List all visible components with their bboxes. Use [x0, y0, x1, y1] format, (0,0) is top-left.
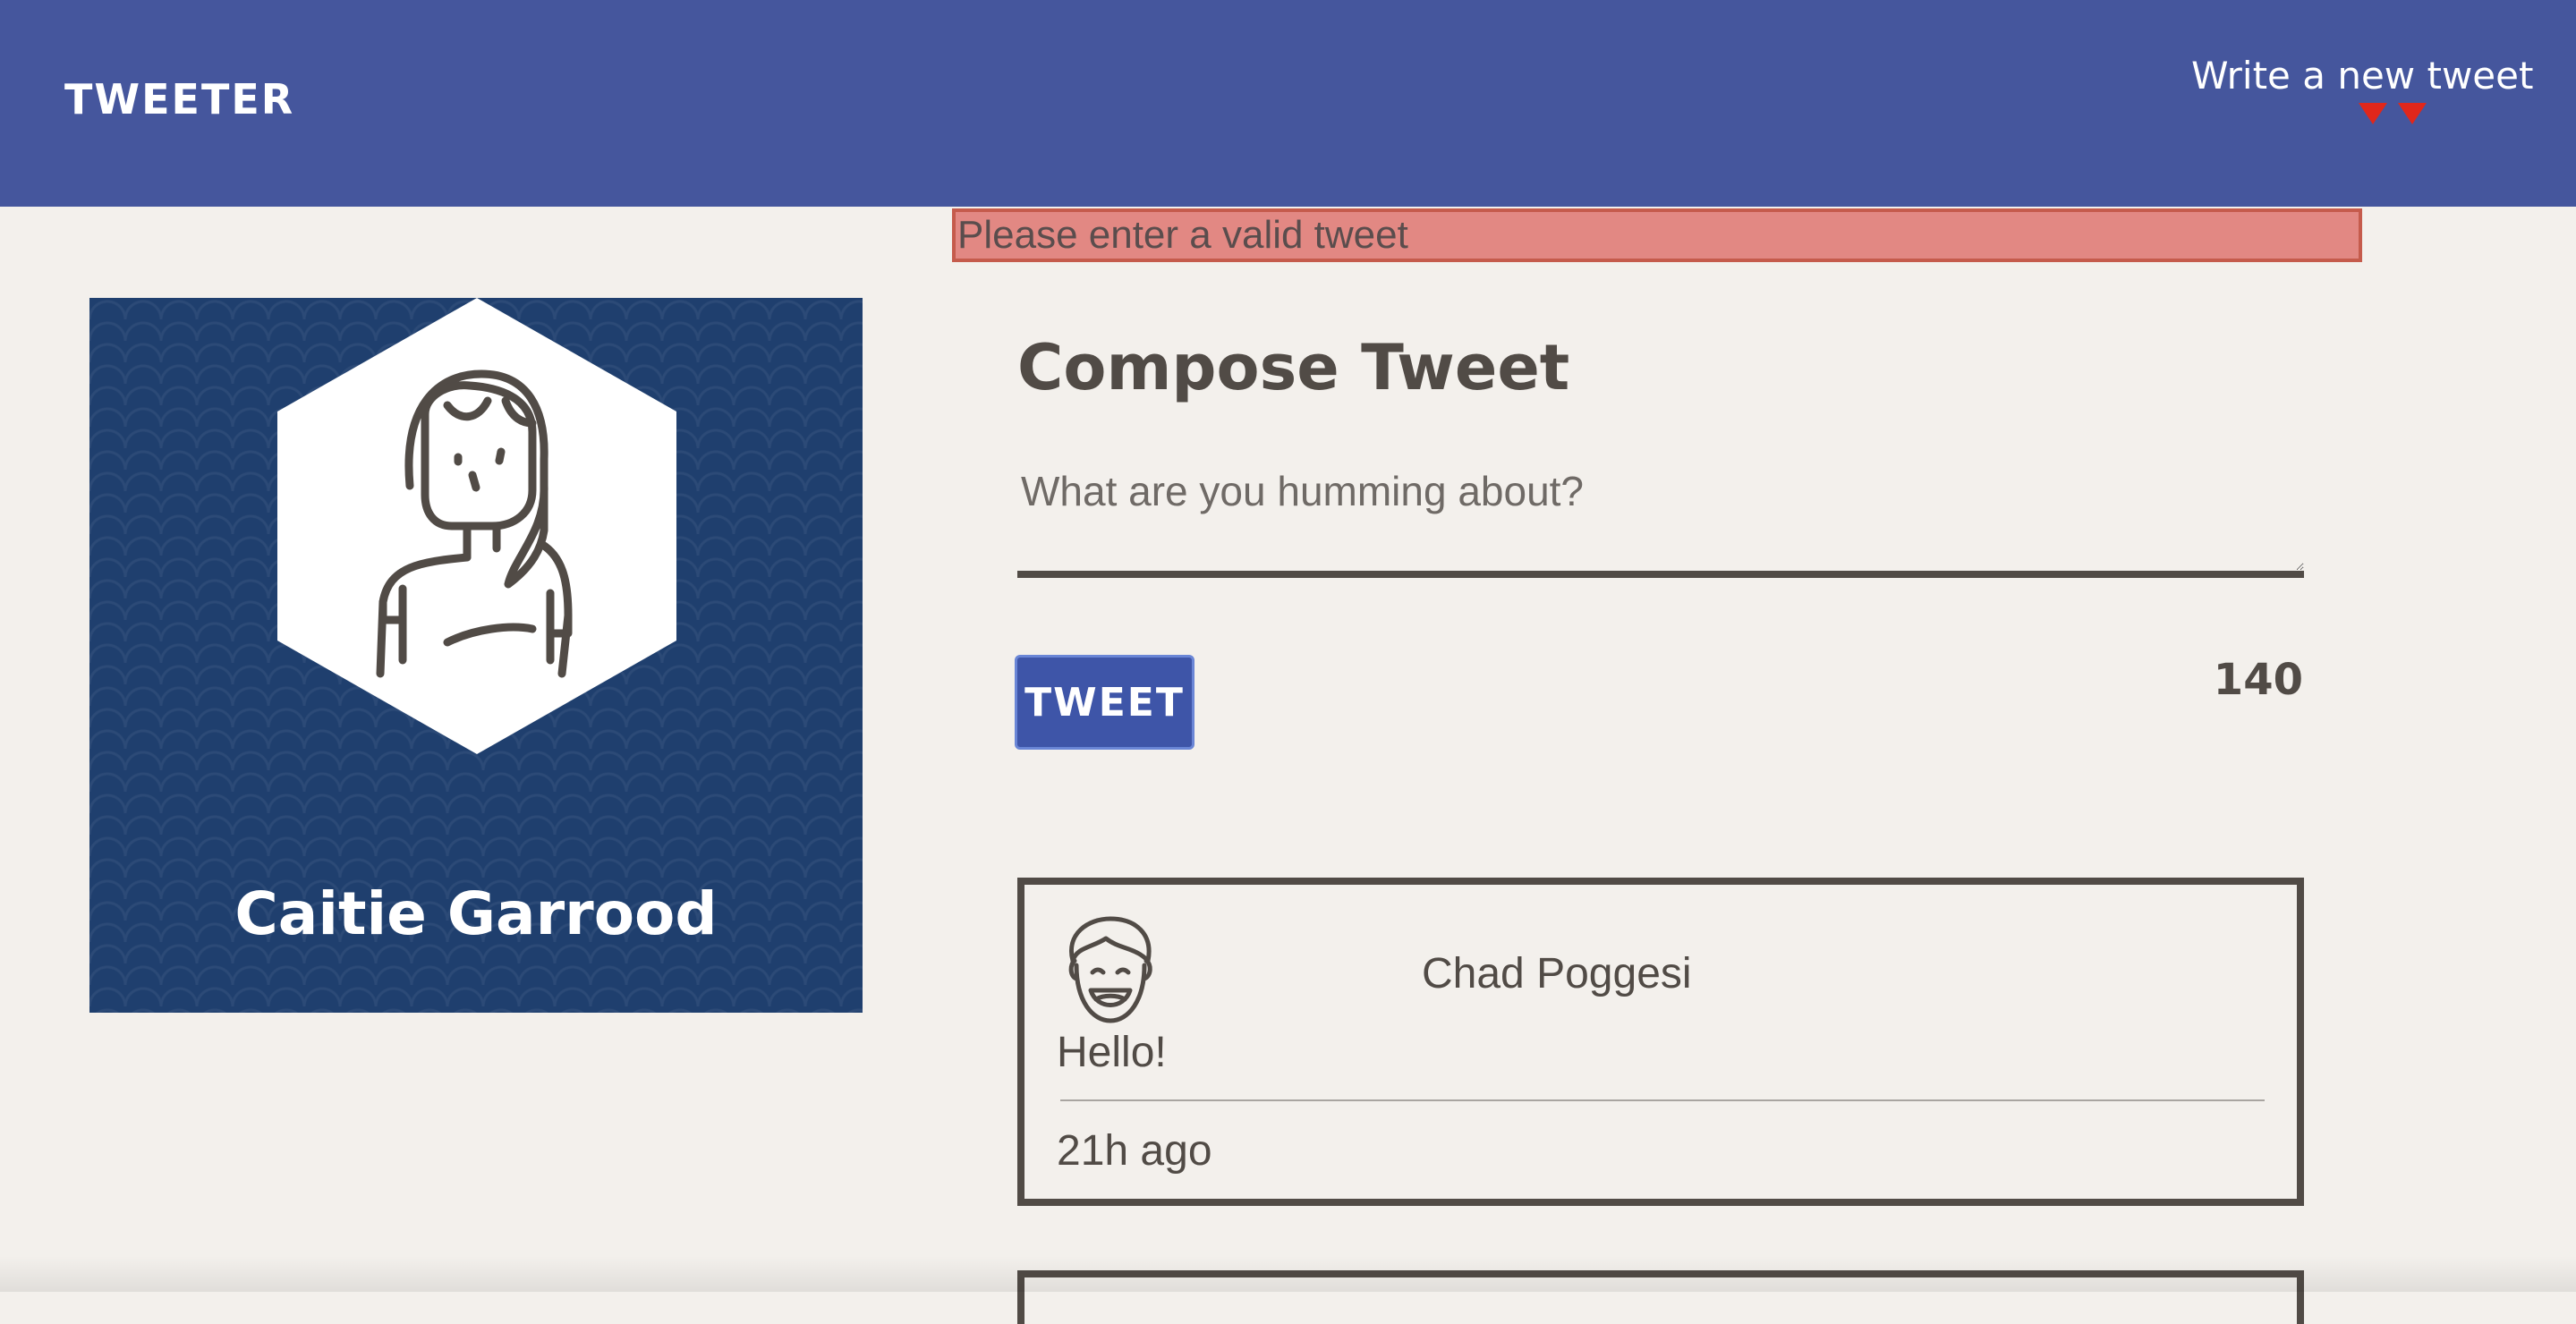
brand-logo[interactable]: TWEETER — [64, 75, 294, 123]
tweet-divider — [1060, 1099, 2265, 1101]
male-user-avatar-icon — [1068, 916, 1152, 1023]
tweet-author-name: Chad Poggesi — [1422, 950, 1692, 997]
profile-card: Caitie Garrood — [89, 298, 863, 1013]
arrow-down-icon — [2359, 103, 2387, 124]
character-counter: 140 — [2213, 655, 2303, 705]
tweet-timestamp: 21h ago — [1057, 1127, 1212, 1175]
profile-avatar — [277, 298, 676, 754]
write-new-tweet-label[interactable]: Write a new tweet — [2191, 54, 2533, 98]
tweet-card: Chad Poggesi Hello! 21h ago — [1017, 878, 2304, 1206]
profile-name: Caitie Garrood — [234, 879, 718, 948]
double-arrow-down-icon[interactable] — [2191, 103, 2513, 124]
compose-title: Compose Tweet — [1017, 331, 1570, 404]
tweet-card — [1017, 1270, 2304, 1324]
error-message: Please enter a valid tweet — [952, 208, 2362, 262]
arrow-down-icon — [2398, 103, 2427, 124]
tweet-author-avatar — [1057, 912, 1164, 1028]
tweet-submit-button[interactable]: TWEET — [1015, 655, 1194, 750]
female-user-avatar-icon — [277, 298, 676, 754]
top-nav: TWEETER Write a new tweet — [0, 0, 2576, 207]
write-new-tweet-toggle[interactable]: Write a new tweet — [2191, 54, 2533, 124]
tweet-content: Hello! — [1057, 1029, 1167, 1076]
tweet-text-input[interactable] — [1017, 447, 2304, 578]
